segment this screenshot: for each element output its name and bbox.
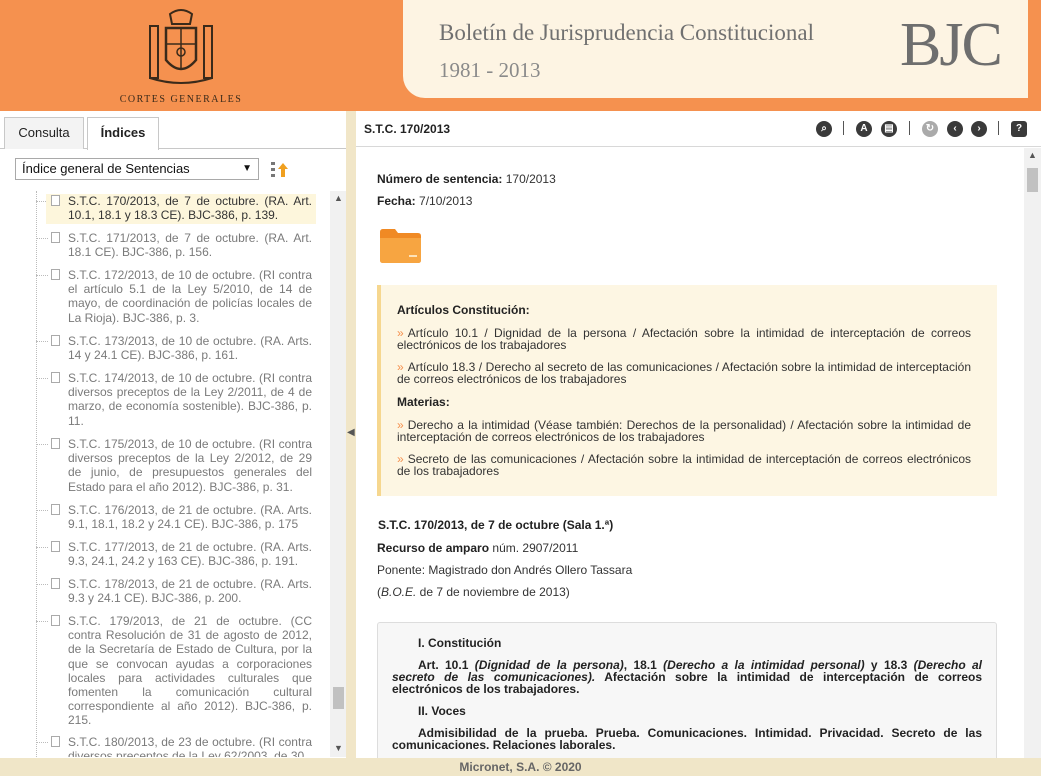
document-icon xyxy=(51,504,60,515)
document-icon xyxy=(51,232,60,243)
materia-link[interactable]: » Secreto de las comunicaciones / Afectac… xyxy=(397,453,971,477)
voces-text: Admisibilidad de la prueba. Prueba. Comu… xyxy=(392,726,982,752)
document-icon xyxy=(51,335,60,346)
materia-link[interactable]: » Derecho a la intimidad (Véase también: … xyxy=(397,419,971,443)
articulo-link[interactable]: » Artículo 18.3 / Derecho al secreto de l… xyxy=(397,361,971,385)
pdf-icon[interactable]: A xyxy=(856,121,872,137)
next-icon[interactable]: › xyxy=(971,121,987,137)
fecha-field: Fecha: 7/10/2013 xyxy=(377,194,472,208)
title-box: Boletín de Jurisprudencia Constitucional… xyxy=(403,0,1028,98)
panel-splitter[interactable]: ◀ xyxy=(346,111,356,758)
numero-field: Número de sentencia: 170/2013 xyxy=(377,172,556,186)
tab-bar: Consulta Índices xyxy=(0,111,354,150)
folder-icon[interactable] xyxy=(379,228,422,264)
ponente-line: Ponente: Magistrado don Andrés Ollero Ta… xyxy=(377,563,633,577)
fecha-value: 7/10/2013 xyxy=(419,194,473,208)
app-years: 1981 - 2013 xyxy=(439,58,541,82)
list-item[interactable]: S.T.C. 179/2013, de 21 de octubre. (CC c… xyxy=(46,614,316,728)
cortes-generales-crest: CORTES GENERALES xyxy=(96,8,266,108)
constitucion-text: Art. 10.1 (Dignidad de la persona), 18.1… xyxy=(392,658,983,696)
recurso-value: núm. 2907/2011 xyxy=(492,541,579,555)
document-icon xyxy=(51,615,60,626)
summary-box: I. Constitución Art. 10.1 (Dignidad de l… xyxy=(377,622,997,758)
refresh-icon[interactable]: ↻ xyxy=(922,121,938,137)
document-icon xyxy=(51,541,60,552)
print-icon[interactable]: ▤ xyxy=(881,121,897,137)
recurso-line: Recurso de amparo núm. 2907/2011 xyxy=(377,541,578,555)
articulos-heading: Artículos Constitución: xyxy=(397,303,530,317)
collapse-left-icon[interactable]: ◀ xyxy=(347,427,355,438)
articulo-link[interactable]: » Artículo 10.1 / Dignidad de la persona … xyxy=(397,327,971,351)
materias-heading: Materias: xyxy=(397,395,450,409)
document-icon xyxy=(51,195,60,206)
list-item[interactable]: S.T.C. 178/2013, de 21 de octubre. (RA. … xyxy=(46,577,316,605)
right-scrollbar[interactable]: ▲ xyxy=(1024,148,1041,758)
list-item[interactable]: S.T.C. 180/2013, de 23 de octubre. (RI c… xyxy=(46,735,316,757)
scroll-up-icon[interactable]: ▲ xyxy=(334,193,343,203)
tab-indices[interactable]: Índices xyxy=(87,117,159,150)
list-item[interactable]: S.T.C. 175/2013, de 10 de octubre. (RI c… xyxy=(46,437,316,494)
left-scrollbar[interactable]: ▲ ▼ xyxy=(330,191,347,757)
list-item[interactable]: S.T.C. 170/2013, de 7 de octubre. (RA. A… xyxy=(46,194,316,224)
scroll-thumb[interactable] xyxy=(1027,168,1038,192)
scroll-thumb[interactable] xyxy=(333,687,344,709)
document-icon xyxy=(51,372,60,383)
recurso-label: Recurso de amparo xyxy=(377,541,490,555)
articles-box: Artículos Constitución: » Artículo 10.1 /… xyxy=(377,285,997,496)
document-icon xyxy=(51,438,60,449)
document-icon xyxy=(51,736,60,747)
document-title: S.T.C. 170/2013 xyxy=(364,122,451,136)
document-toolbar: S.T.C. 170/2013 ⌕ A ▤ ↻ ‹ › ? xyxy=(356,111,1041,147)
header: CORTES GENERALES Boletín de Jurisprudenc… xyxy=(0,0,1041,111)
document-content: Número de sentencia: 170/2013 Fecha: 7/1… xyxy=(356,148,1024,758)
document-icon xyxy=(51,578,60,589)
sentence-list: S.T.C. 170/2013, de 7 de octubre. (RA. A… xyxy=(0,191,330,757)
chevron-down-icon: ▼ xyxy=(242,163,252,174)
toolbar-separator xyxy=(998,121,999,135)
boe-line: (B.O.E. de 7 de noviembre de 2013) xyxy=(377,585,570,599)
bjc-logo: BJC xyxy=(900,11,1003,79)
crest-label: CORTES GENERALES xyxy=(119,94,243,105)
expand-tree-icon[interactable] xyxy=(270,161,290,179)
coat-of-arms-icon xyxy=(149,9,213,84)
list-item[interactable]: S.T.C. 172/2013, de 10 de octubre. (RI c… xyxy=(46,268,316,325)
toolbar-separator xyxy=(909,121,910,135)
document-icon xyxy=(51,269,60,280)
index-select[interactable]: Índice general de Sentencias ▼ xyxy=(15,158,259,180)
app-title: Boletín de Jurisprudencia Constitucional xyxy=(439,20,814,45)
scroll-up-icon[interactable]: ▲ xyxy=(1028,150,1037,160)
list-item[interactable]: S.T.C. 177/2013, de 21 de octubre. (RA. … xyxy=(46,540,316,568)
help-icon[interactable]: ? xyxy=(1011,121,1027,137)
fecha-label: Fecha: xyxy=(377,194,416,208)
numero-label: Número de sentencia: xyxy=(377,172,503,186)
list-item[interactable]: S.T.C. 171/2013, de 7 de octubre. (RA. A… xyxy=(46,231,316,259)
index-select-value: Índice general de Sentencias xyxy=(22,161,190,176)
list-item[interactable]: S.T.C. 176/2013, de 21 de octubre. (RA. … xyxy=(46,503,316,531)
document-panel: S.T.C. 170/2013 ⌕ A ▤ ↻ ‹ › ? Número de … xyxy=(356,111,1041,758)
footer: Micronet, S.A. © 2020 xyxy=(0,758,1041,776)
constitucion-heading: I. Constitución xyxy=(418,636,502,650)
list-item[interactable]: S.T.C. 174/2013, de 10 de octubre. (RI c… xyxy=(46,371,316,428)
tab-consulta[interactable]: Consulta xyxy=(4,117,84,149)
voces-heading: II. Voces xyxy=(418,704,466,718)
search-icon[interactable]: ⌕ xyxy=(816,121,832,137)
scroll-down-icon[interactable]: ▼ xyxy=(334,743,343,753)
numero-value: 170/2013 xyxy=(505,172,556,186)
toolbar-separator xyxy=(843,121,844,135)
list-item[interactable]: S.T.C. 173/2013, de 10 de octubre. (RA. … xyxy=(46,334,316,362)
prev-icon[interactable]: ‹ xyxy=(947,121,963,137)
sentencia-title: S.T.C. 170/2013, de 7 de octubre (Sala 1… xyxy=(378,518,614,532)
left-panel: Consulta Índices Índice general de Sente… xyxy=(0,111,354,758)
